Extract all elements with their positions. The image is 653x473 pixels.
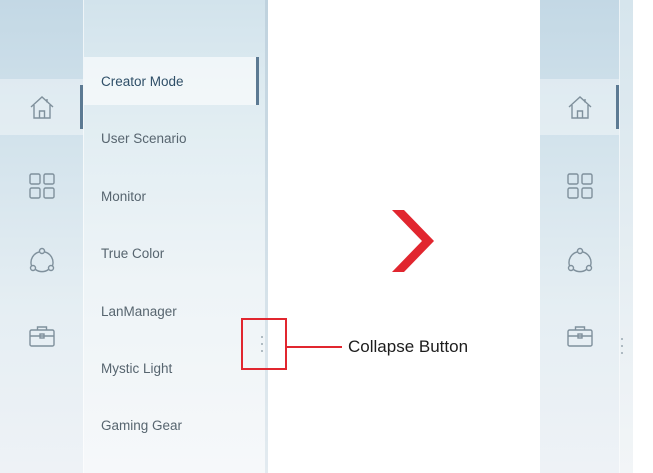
rail-item-share[interactable]: [0, 232, 83, 288]
menu-item-label: True Color: [101, 245, 165, 261]
icon-rail: [0, 0, 83, 473]
rail-item-share[interactable]: [540, 232, 619, 288]
panel-edge: [265, 0, 268, 473]
rail-item-toolbox[interactable]: [540, 308, 619, 364]
vertical-dots-icon: [621, 338, 623, 340]
menu-item-label: LanManager: [101, 303, 177, 319]
menu-item-label: User Scenario: [101, 130, 187, 146]
active-indicator: [256, 57, 259, 105]
collapse-button-highlight: [241, 318, 287, 370]
callout-label: Collapse Button: [348, 337, 469, 356]
collapsed-sidebar: [540, 0, 633, 473]
rail-item-apps[interactable]: [540, 158, 619, 214]
collapsed-panel-edge: [619, 0, 633, 473]
menu-item-gaming-gear[interactable]: Gaming Gear: [84, 401, 259, 449]
rail-item-apps[interactable]: [0, 158, 83, 214]
menu-item-lanmanager[interactable]: LanManager: [84, 287, 259, 335]
callout-line: [287, 346, 342, 348]
toolbox-icon: [565, 321, 595, 351]
apps-grid-icon: [565, 171, 595, 201]
menu-item-mystic-light[interactable]: Mystic Light: [84, 344, 259, 392]
menu-item-label: Monitor: [101, 188, 147, 204]
home-icon: [27, 92, 57, 122]
rail-item-toolbox[interactable]: [0, 308, 83, 364]
menu-pane: Creator Mode User Scenario Monitor True …: [83, 0, 266, 473]
chevron-right-icon: [390, 208, 436, 274]
menu-item-true-color[interactable]: True Color: [84, 229, 259, 277]
menu-item-label: Gaming Gear: [101, 417, 183, 433]
expanded-sidebar: Creator Mode User Scenario Monitor True …: [0, 0, 268, 473]
toolbox-icon: [27, 321, 57, 351]
menu-item-user-scenario[interactable]: User Scenario: [84, 114, 259, 162]
rail-item-home[interactable]: [0, 79, 83, 135]
apps-grid-icon: [27, 171, 57, 201]
menu-item-label: Creator Mode: [101, 73, 184, 89]
menu-item-monitor[interactable]: Monitor: [84, 172, 259, 220]
rail-item-home[interactable]: [540, 79, 619, 135]
menu-item-creator-mode[interactable]: Creator Mode: [84, 57, 259, 105]
share-nodes-icon: [565, 245, 595, 275]
menu-item-label: Mystic Light: [101, 360, 173, 376]
expand-button[interactable]: [620, 338, 624, 354]
share-nodes-icon: [27, 245, 57, 275]
home-icon: [565, 92, 595, 122]
